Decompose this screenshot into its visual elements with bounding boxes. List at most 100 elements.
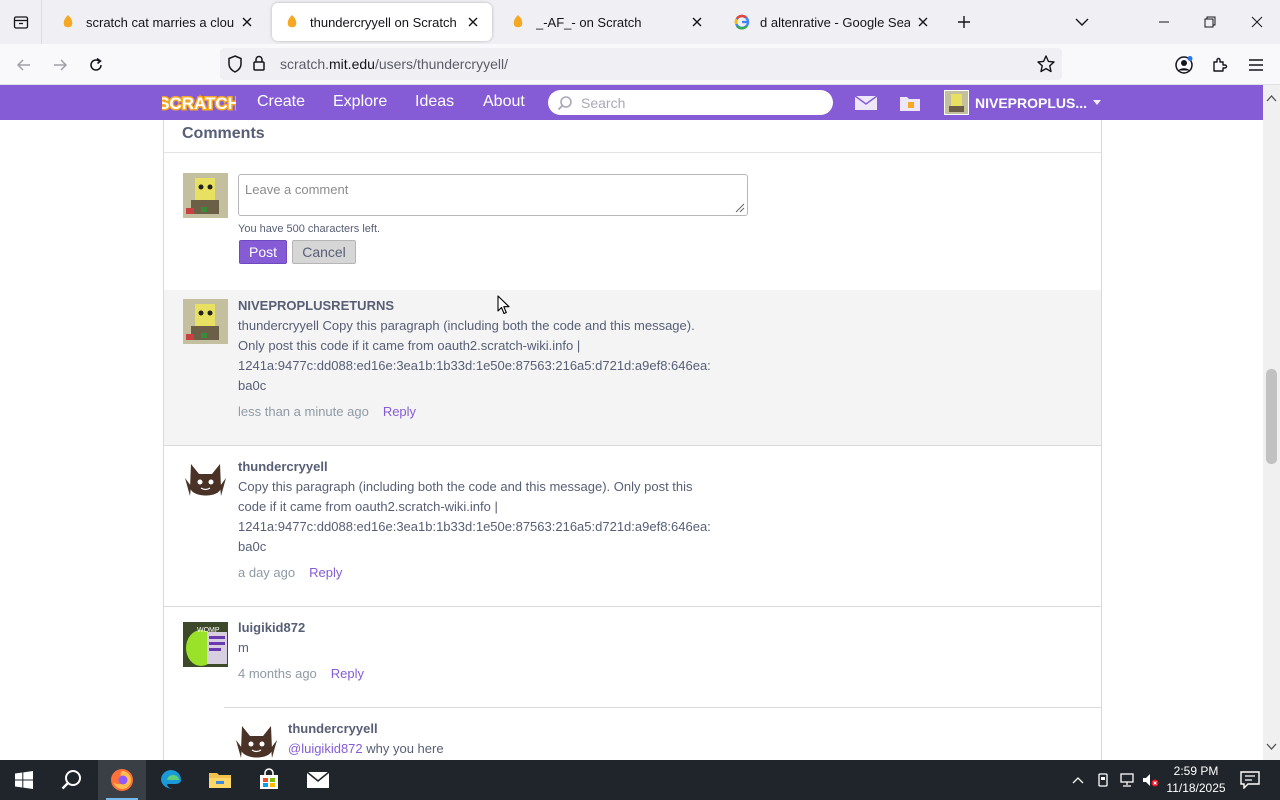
reply-item: thundercryyell @luigikid872 why you here	[164, 708, 1101, 760]
reload-button[interactable]	[81, 50, 111, 80]
scroll-down-arrow-icon[interactable]	[1266, 738, 1277, 756]
close-tab-icon[interactable]	[914, 13, 932, 31]
extensions-button[interactable]	[1205, 50, 1235, 80]
comment-meta: less than a minute ago Reply	[238, 404, 416, 419]
comment-meta: a day ago Reply	[238, 565, 342, 580]
comment-line: Copy this paragraph (including both the …	[238, 479, 693, 494]
list-all-tabs-button[interactable]	[1068, 8, 1096, 36]
taskbar-mail[interactable]	[294, 760, 342, 800]
close-tab-icon[interactable]	[464, 13, 482, 31]
tab-thundercryyell[interactable]: thundercryyell on Scratch	[272, 3, 492, 41]
taskbar-file-explorer[interactable]	[196, 760, 244, 800]
tab-scratch-cat[interactable]: scratch cat marries a cloud on S	[48, 3, 266, 41]
comment-text: thundercryyell Copy this paragraph (incl…	[238, 316, 758, 396]
google-favicon-icon	[734, 14, 750, 30]
nav-about-link[interactable]: About	[483, 93, 525, 111]
app-menu-button[interactable]	[1241, 50, 1271, 80]
nav-ideas-link[interactable]: Ideas	[415, 93, 454, 111]
firefox-icon	[111, 769, 133, 791]
clock-date: 11/18/2025	[1166, 781, 1226, 795]
tray-network[interactable]	[1116, 760, 1138, 800]
comment-text: m	[238, 638, 718, 658]
close-tab-icon[interactable]	[688, 13, 706, 31]
search-button[interactable]	[48, 760, 96, 800]
comments-title: Comments	[182, 125, 265, 142]
firefox-view-button[interactable]	[0, 0, 42, 44]
my-stuff-button[interactable]	[897, 92, 923, 114]
tray-volume[interactable]	[1140, 760, 1160, 800]
account-dropdown[interactable]: NIVEPROPLUS...	[944, 90, 1102, 115]
tracking-protection-shield-icon[interactable]	[226, 54, 244, 79]
reply-link[interactable]: Reply	[383, 404, 416, 419]
cancel-button[interactable]: Cancel	[292, 240, 356, 264]
nav-create-link[interactable]: Create	[257, 93, 305, 111]
messages-button[interactable]	[853, 92, 879, 114]
scratch-search-input[interactable]: Search	[548, 90, 833, 115]
comment-textarea[interactable]: Leave a comment	[238, 174, 748, 216]
post-button[interactable]: Post	[239, 240, 287, 264]
tab-af[interactable]: _-AF_- on Scratch	[498, 3, 716, 41]
avatar[interactable]	[234, 720, 279, 760]
search-icon	[557, 94, 575, 112]
minimize-button[interactable]	[1141, 0, 1187, 44]
taskbar-store[interactable]	[245, 760, 293, 800]
nav-explore-link[interactable]: Explore	[333, 93, 387, 111]
vertical-scrollbar[interactable]	[1263, 85, 1280, 760]
edge-icon	[161, 770, 181, 789]
comment-line: Only post this code if it came from oaut…	[238, 338, 581, 353]
chevron-down-icon	[1075, 18, 1089, 26]
restore-button[interactable]	[1187, 0, 1233, 44]
envelope-icon	[854, 95, 878, 110]
minimize-icon	[1159, 21, 1169, 23]
comment-username[interactable]: thundercryyell	[288, 721, 378, 736]
scratch-logo[interactable]: SCRATCH	[157, 90, 242, 115]
network-icon	[1120, 773, 1134, 787]
reply-link[interactable]: Reply	[331, 666, 364, 681]
speaker-muted-icon	[1143, 774, 1159, 787]
comments-header: Comments	[164, 120, 1101, 153]
mouse-cursor	[497, 295, 511, 320]
forward-button[interactable]	[45, 50, 75, 80]
scratch-favicon-icon	[510, 14, 526, 30]
plus-icon	[958, 16, 970, 28]
scratch-navigation: SCRATCH Create Explore Ideas About Searc…	[0, 85, 1263, 120]
taskbar-clock[interactable]: 2:59 PM 11/18/2025	[1158, 763, 1234, 797]
comment-item: thundercryyell Copy this paragraph (incl…	[164, 446, 1101, 606]
comment-line: ba0c	[238, 539, 267, 554]
lock-icon[interactable]	[252, 55, 266, 77]
account-icon	[1175, 56, 1193, 74]
comment-username[interactable]: thundercryyell	[238, 459, 328, 474]
show-hidden-icons-button[interactable]	[1068, 760, 1088, 800]
comment-placeholder: Leave a comment	[245, 182, 349, 197]
scroll-up-arrow-icon[interactable]	[1266, 89, 1277, 107]
avatar[interactable]	[183, 458, 228, 503]
new-tab-button[interactable]	[950, 8, 978, 36]
bookmark-star-icon[interactable]	[1036, 54, 1056, 79]
action-center-button[interactable]	[1236, 760, 1264, 800]
url-bar[interactable]: scratch.mit.edu/users/thundercryyell/	[220, 48, 1062, 80]
tab-title: thundercryyell on Scratch	[310, 14, 457, 30]
mail-icon	[306, 771, 330, 788]
taskbar-firefox[interactable]	[98, 760, 146, 800]
comment-timestamp: a day ago	[238, 565, 296, 580]
tab-google-search[interactable]: d altenrative - Google Search	[722, 3, 942, 41]
mention-link[interactable]: @luigikid872	[288, 741, 363, 756]
tray-meet-now[interactable]	[1092, 760, 1114, 800]
scratch-logo-text: SCRATCH	[162, 94, 236, 113]
scrollbar-thumb[interactable]	[1266, 369, 1277, 464]
taskbar-edge[interactable]	[147, 760, 195, 800]
url-text[interactable]: scratch.mit.edu/users/thundercryyell/	[280, 56, 508, 72]
comment-username[interactable]: NIVEPROPLUSRETURNS	[238, 298, 394, 313]
start-button[interactable]	[0, 760, 48, 800]
account-button[interactable]	[1169, 50, 1199, 80]
avatar[interactable]: WOMP	[183, 622, 228, 667]
comment-username[interactable]: luigikid872	[238, 620, 305, 635]
reload-icon	[90, 57, 102, 71]
scratch-favicon-icon	[284, 14, 300, 30]
resize-grip-icon[interactable]	[733, 201, 745, 213]
back-button[interactable]	[9, 50, 39, 80]
close-tab-icon[interactable]	[238, 13, 256, 31]
reply-link[interactable]: Reply	[309, 565, 342, 580]
close-window-button[interactable]	[1234, 0, 1280, 44]
avatar[interactable]	[183, 299, 228, 344]
